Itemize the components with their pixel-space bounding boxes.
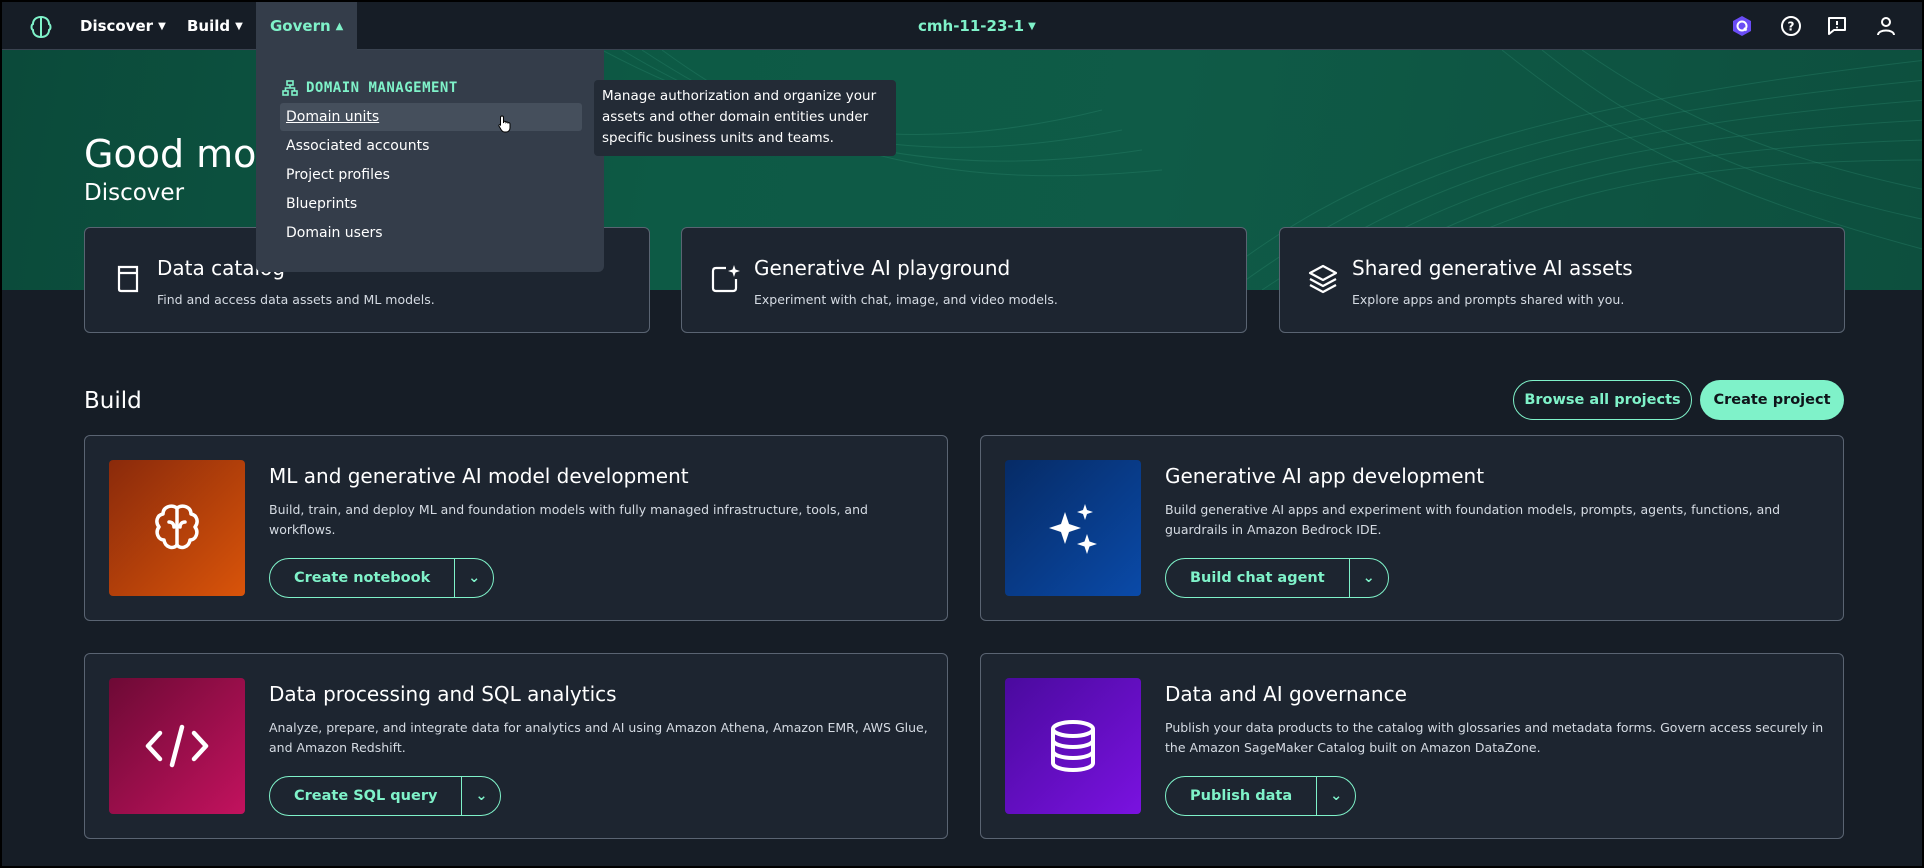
nav-build[interactable]: Build ▼ [173,2,257,50]
amazon-q-icon[interactable] [1730,14,1754,38]
chevron-down-icon: ⌄ [1330,788,1343,804]
card-description: Analyze, prepare, and integrate data for… [269,720,928,755]
card-description: Explore apps and prompts shared with you… [1352,292,1625,307]
chevron-down-icon: ⌄ [475,788,488,804]
create-project-button[interactable]: Create project [1700,380,1844,420]
menu-item-domain-units[interactable]: Domain units [280,103,582,131]
brain-icon [109,460,245,596]
chevron-down-icon: ⌄ [468,570,481,586]
menu-item-associated-accounts[interactable]: Associated accounts [280,132,582,160]
create-sql-query-button[interactable]: Create SQL query [270,777,463,815]
publish-data-button[interactable]: Publish data [1166,777,1318,815]
data-processing-sql-card: Data processing and SQL analytics Analyz… [84,653,948,839]
app-window: Good morn Discover ▼ Build ▼ Govern ▲ cm… [0,0,1924,868]
shared-genai-assets-card[interactable]: Shared generative AI assets Explore apps… [1279,227,1845,333]
menu-item-domain-users[interactable]: Domain users [280,219,582,247]
card-description: Find and access data assets and ML model… [157,292,435,307]
card-title: Generative AI playground [754,256,1011,280]
card-description: Experiment with chat, image, and video m… [754,292,1058,307]
help-icon[interactable]: ? [1779,14,1803,38]
genai-playground-card[interactable]: Generative AI playground Experiment with… [681,227,1247,333]
ml-model-development-card: ML and generative AI model development B… [84,435,948,621]
card-title: Generative AI app development [1165,464,1485,488]
hand-cursor-icon [498,115,511,133]
sparkles-icon [1005,460,1141,596]
card-description: Build, train, and deploy ML and foundati… [269,502,868,537]
domain-name: cmh-11-23-1 [918,17,1025,35]
create-notebook-split-button: Create notebook ⌄ [269,558,495,598]
user-profile-icon[interactable] [1874,14,1898,38]
sagemaker-logo-icon[interactable] [28,14,54,40]
govern-dropdown-menu: DOMAIN MANAGEMENT Domain units Associate… [256,50,604,272]
domain-management-label: DOMAIN MANAGEMENT [306,80,458,96]
discover-section-title: Discover [84,180,185,206]
card-title: ML and generative AI model development [269,464,689,488]
database-icon [1005,678,1141,814]
nav-govern-label: Govern [270,17,331,35]
nav-govern[interactable]: Govern ▲ [256,2,358,50]
nav-discover[interactable]: Discover ▼ [66,2,180,50]
create-sql-query-dropdown-button[interactable]: ⌄ [462,777,500,815]
code-icon [109,678,245,814]
create-sql-query-split-button: Create SQL query ⌄ [269,776,502,816]
build-chat-agent-split-button: Build chat agent ⌄ [1165,558,1389,598]
menu-item-blueprints[interactable]: Blueprints [280,190,582,218]
book-icon [117,265,139,293]
card-description: Publish your data products to the catalo… [1165,720,1824,755]
feedback-icon[interactable] [1825,14,1849,38]
card-title: Shared generative AI assets [1352,256,1633,280]
card-title: Data processing and SQL analytics [269,682,617,706]
publish-data-dropdown-button[interactable]: ⌄ [1317,777,1355,815]
svg-text:?: ? [1788,20,1795,34]
layers-icon [1308,264,1338,294]
nav-discover-label: Discover [80,17,154,35]
domain-selector[interactable]: cmh-11-23-1 ▼ [918,2,1036,50]
chat-sparkle-icon [711,265,740,293]
card-description: Build generative AI apps and experiment … [1165,502,1781,537]
domain-management-heading: DOMAIN MANAGEMENT [282,80,458,96]
domain-units-tooltip: Manage authorization and organize your a… [594,80,896,156]
chevron-down-icon: ▼ [235,20,243,32]
build-chat-agent-button[interactable]: Build chat agent [1166,559,1350,597]
menu-item-project-profiles[interactable]: Project profiles [280,161,582,189]
top-navigation: Discover ▼ Build ▼ Govern ▲ cmh-11-23-1 … [2,2,1922,50]
nav-build-label: Build [187,17,231,35]
browse-all-projects-button[interactable]: Browse all projects [1513,380,1692,420]
genai-app-development-card: Generative AI app development Build gene… [980,435,1844,621]
build-chat-agent-dropdown-button[interactable]: ⌄ [1350,559,1388,597]
create-notebook-dropdown-button[interactable]: ⌄ [455,559,493,597]
publish-data-split-button: Publish data ⌄ [1165,776,1357,816]
chevron-down-icon: ⌄ [1362,570,1375,586]
build-section-title: Build [84,388,142,414]
chevron-down-icon: ▼ [158,20,166,32]
card-title: Data and AI governance [1165,682,1407,706]
data-ai-governance-card: Data and AI governance Publish your data… [980,653,1844,839]
chevron-up-icon: ▲ [335,20,344,32]
create-notebook-button[interactable]: Create notebook [270,559,456,597]
hierarchy-icon [282,80,298,96]
chevron-down-icon: ▼ [1028,20,1036,32]
